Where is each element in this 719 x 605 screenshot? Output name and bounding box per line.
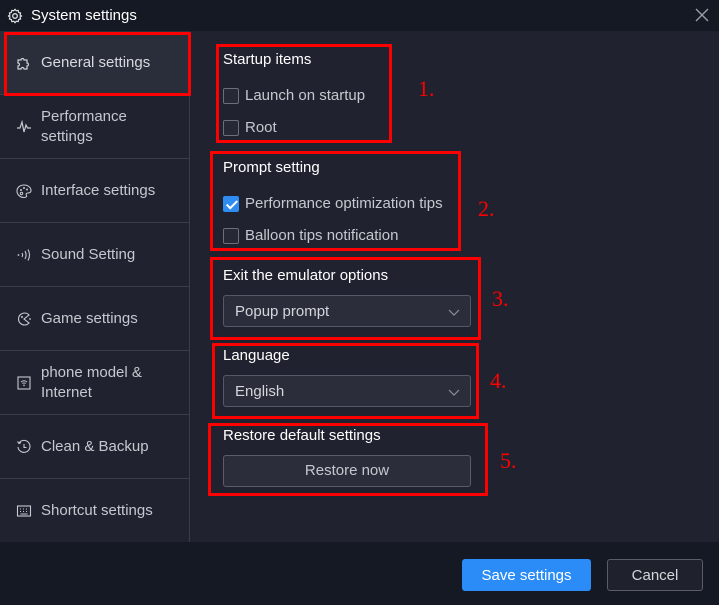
gamepad-icon [18,311,31,326]
sidebar-item-label: Interface settings [41,181,156,199]
performance-optimization-tips-checkbox[interactable]: Performance optimization tips [223,195,443,212]
settings-body: General settings Performance settings In… [0,31,719,543]
checkbox-box[interactable] [223,119,239,136]
sidebar: General settings Performance settings In… [0,31,190,543]
pulse-icon [17,119,31,132]
prompt-setting-title: Prompt setting [223,159,320,176]
keyboard-icon [16,504,32,517]
restore-now-button[interactable]: Restore now [223,455,471,487]
checkbox-box-checked[interactable] [223,195,239,212]
annotation-label-5: 5. [500,448,517,473]
sidebar-item-clean-backup[interactable]: Clean & Backup [0,415,190,479]
cancel-button[interactable]: Cancel [607,559,703,591]
gear-icon [7,8,23,24]
balloon-tips-notification-checkbox[interactable]: Balloon tips notification [223,227,398,244]
sidebar-item-label: phone model & Internet [41,363,142,401]
sidebar-item-label: Shortcut settings [41,501,153,519]
checkbox-label: Balloon tips notification [245,227,399,244]
sidebar-item-label: General settings [41,53,151,71]
checkbox-box[interactable] [223,227,239,244]
title-bar: System settings [0,0,719,31]
annotation-label-1: 1. [418,76,435,101]
exit-options-value: Popup prompt [235,303,330,320]
close-icon[interactable] [693,6,711,24]
chevron-down-icon [448,389,460,396]
sidebar-item-label: Clean & Backup [41,437,149,455]
window-title: System settings [31,7,137,24]
sidebar-item-label: Game settings [41,309,138,327]
sidebar-item-performance-settings[interactable]: Performance settings [0,95,190,159]
language-title: Language [223,347,290,364]
exit-options-select[interactable]: Popup prompt [223,295,471,327]
startup-items-title: Startup items [223,51,312,68]
root-checkbox[interactable]: Root [223,119,277,136]
palette-icon [16,183,32,198]
checkbox-box[interactable] [223,87,239,104]
sidebar-item-interface-settings[interactable]: Interface settings [0,159,190,223]
chevron-down-icon [448,309,460,316]
sidebar-item-game-settings[interactable]: Game settings [0,287,190,351]
launch-on-startup-checkbox[interactable]: Launch on startup [223,87,365,104]
footer: Save settings Cancel [0,542,719,605]
sidebar-item-general-settings[interactable]: General settings [0,31,190,95]
annotation-label-3: 3. [492,286,509,311]
annotation-label-4: 4. [490,368,507,393]
language-select[interactable]: English [223,375,471,407]
sidebar-item-phone-model-internet[interactable]: phone model & Internet [0,351,190,415]
sidebar-item-label: Performance settings [41,107,127,145]
sidebar-item-shortcut-settings[interactable]: Shortcut settings [0,479,190,543]
history-icon [17,439,31,453]
sidebar-item-label: Sound Setting [41,245,136,263]
checkbox-label: Performance optimization tips [245,195,443,212]
sound-wave-icon [17,248,31,261]
puzzle-icon [17,57,30,70]
annotation-label-2: 2. [478,196,495,221]
language-value: English [235,383,285,400]
restore-defaults-title: Restore default settings [223,427,381,444]
wifi-phone-icon [17,375,31,390]
save-settings-button[interactable]: Save settings [462,559,591,591]
checkbox-label: Launch on startup [245,87,366,104]
exit-options-title: Exit the emulator options [223,267,389,284]
general-settings-panel: Startup items Launch on startup Root Pro… [191,31,719,542]
sidebar-item-sound-setting[interactable]: Sound Setting [0,223,190,287]
checkbox-label: Root [245,119,277,136]
